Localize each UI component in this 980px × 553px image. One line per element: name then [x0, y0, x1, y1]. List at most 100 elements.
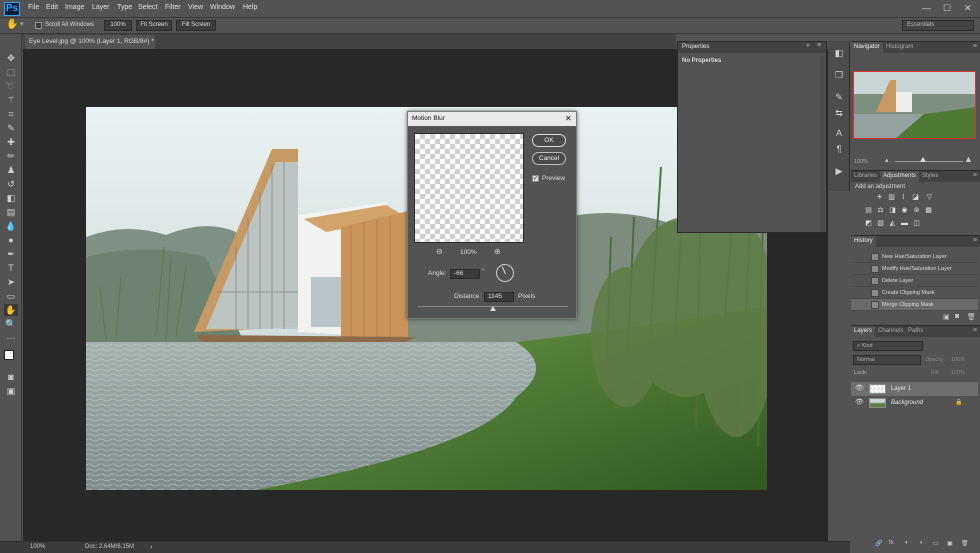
zoom-out-icon[interactable]: ⊖ — [436, 247, 443, 256]
rectangle-tool-icon[interactable]: ▭ — [4, 290, 18, 302]
quick-mask-icon[interactable]: ◙ — [4, 371, 18, 383]
snapshot-camera-icon[interactable]: ◙ — [955, 313, 959, 320]
play-action-icon[interactable]: ▶ — [833, 165, 845, 177]
new-group-icon[interactable]: ▭ — [933, 540, 939, 547]
eye-icon[interactable]: 👁 — [855, 382, 865, 396]
menu-window[interactable]: Window — [210, 4, 235, 11]
new-layer-icon[interactable]: ▣ — [947, 540, 953, 547]
trash-icon[interactable]: 🗑 — [967, 313, 976, 321]
document-tab[interactable]: Eye Level.jpg @ 100% (Layer 1, RGB/8#) *… — [25, 35, 155, 59]
tab-libraries[interactable]: Libraries — [851, 171, 880, 182]
hand-tool-icon[interactable]: ✋ — [6, 19, 18, 30]
preview-checkbox[interactable]: ✓ — [532, 175, 539, 182]
menu-image[interactable]: Image — [65, 4, 84, 11]
close-icon[interactable]: ✕ — [964, 3, 972, 14]
adjustment-layer-icon[interactable]: ◑ — [919, 540, 923, 546]
history-brush-tool-icon[interactable]: ↺ — [4, 178, 18, 190]
menu-edit[interactable]: Edit — [46, 4, 58, 11]
posterize-icon[interactable]: ▧ — [876, 220, 885, 228]
clone-stamp-tool-icon[interactable]: ♟ — [4, 164, 18, 176]
layer-filter-select[interactable]: ⌕ Kind — [853, 341, 923, 351]
marquee-tool-icon[interactable]: ⬚ — [4, 66, 18, 78]
more-tools-icon[interactable]: ··· — [4, 332, 18, 344]
hue-saturation-icon[interactable]: ▤ — [864, 207, 873, 215]
gradient-map-icon[interactable]: ▬ — [900, 220, 909, 228]
layer-row-selected[interactable]: 👁 Layer 1 — [851, 382, 978, 396]
panel-menu-icon[interactable]: ≡ — [817, 42, 821, 49]
minimize-icon[interactable]: — — [922, 3, 931, 13]
layer-row[interactable]: 👁 Background 🔒 — [851, 396, 978, 410]
maximize-icon[interactable]: ☐ — [943, 3, 951, 14]
vibrance-icon[interactable]: ▽ — [925, 194, 934, 202]
properties-scrollbar[interactable] — [820, 56, 825, 232]
tab-history[interactable]: History — [851, 236, 876, 247]
zoom-in-icon[interactable]: ⊕ — [494, 247, 501, 256]
brightness-icon[interactable]: ☀ — [875, 194, 884, 202]
channel-mixer-icon[interactable]: ⊛ — [912, 207, 921, 215]
tab-navigator[interactable]: Navigator — [851, 42, 883, 53]
navigator-zoom-handle[interactable] — [920, 157, 926, 162]
blur-tool-icon[interactable]: 💧 — [4, 220, 18, 232]
gradient-tool-icon[interactable]: ▤ — [4, 206, 18, 218]
menu-select[interactable]: Select — [138, 4, 157, 11]
navigator-zoom[interactable]: 100% — [854, 159, 868, 165]
character-panel-icon[interactable]: A — [833, 127, 845, 139]
add-mask-icon[interactable]: ◐ — [905, 540, 909, 546]
eyedropper-tool-icon[interactable]: ✎ — [4, 122, 18, 134]
link-layers-icon[interactable]: 🔗 — [875, 540, 882, 547]
dialog-close-icon[interactable]: ✕ — [565, 112, 572, 126]
tab-adjustments[interactable]: Adjustments — [880, 171, 920, 182]
history-item[interactable]: Modify Hue/Saturation Layer — [851, 263, 978, 275]
panel-menu-icon[interactable]: ≡ — [973, 172, 977, 179]
menu-help[interactable]: Help — [243, 4, 257, 11]
adjust-icon[interactable]: ⇆ — [833, 107, 845, 119]
navigator-thumbnail[interactable] — [853, 71, 976, 139]
distance-input[interactable]: 1145 — [484, 292, 514, 302]
dodge-tool-icon[interactable]: ● — [4, 234, 18, 246]
black-white-icon[interactable]: ◨ — [888, 207, 897, 215]
blend-mode-select[interactable]: Normal — [853, 355, 921, 365]
opacity-value[interactable]: 100% — [951, 357, 965, 363]
zoom-100-button[interactable]: 100% — [104, 20, 132, 31]
lasso-tool-icon[interactable]: ➰ — [4, 80, 18, 92]
crop-tool-icon[interactable]: ⌗ — [4, 108, 18, 120]
chevron-down-icon[interactable]: ▾ — [20, 20, 24, 28]
exposure-icon[interactable]: ◪ — [911, 194, 920, 202]
fill-screen-button[interactable]: Fill Screen — [176, 20, 216, 31]
menu-layer[interactable]: Layer — [92, 4, 110, 11]
filter-preview[interactable] — [414, 133, 524, 243]
zoom-in-mountain-icon[interactable]: ▲ — [964, 154, 973, 164]
collapse-icon[interactable]: » — [806, 42, 810, 49]
distance-slider-handle[interactable] — [490, 306, 496, 311]
zoom-tool-icon[interactable]: 🔍 — [4, 318, 18, 330]
color-lookup-icon[interactable]: ▦ — [924, 207, 933, 215]
magic-wand-tool-icon[interactable]: ⚚ — [4, 94, 18, 106]
pen-tool-icon[interactable]: ✒ — [4, 248, 18, 260]
panel-menu-icon[interactable]: ≡ — [973, 43, 977, 50]
history-item[interactable]: New Hue/Saturation Layer — [851, 251, 978, 263]
healing-brush-tool-icon[interactable]: ✚ — [4, 136, 18, 148]
workspace-select[interactable]: Essentials — [902, 20, 974, 31]
menu-type[interactable]: Type — [117, 4, 132, 11]
scroll-all-windows-checkbox[interactable] — [35, 22, 42, 29]
dialog-title-bar[interactable]: Motion Blur ✕ — [408, 112, 576, 126]
navigator-zoom-slider[interactable] — [895, 161, 963, 162]
status-zoom[interactable]: 100% — [30, 542, 45, 553]
layer-comps-icon[interactable]: ❐ — [833, 69, 845, 81]
screen-mode-icon[interactable]: ▣ — [4, 385, 18, 397]
tab-layers[interactable]: Layers — [851, 326, 876, 337]
angle-input[interactable]: -66 — [450, 269, 480, 279]
panel-menu-icon[interactable]: ≡ — [973, 327, 977, 334]
cancel-button[interactable]: Cancel — [532, 152, 566, 165]
eraser-tool-icon[interactable]: ◧ — [4, 192, 18, 204]
type-tool-icon[interactable]: T — [4, 262, 18, 274]
tab-styles[interactable]: Styles — [919, 171, 941, 182]
paragraph-panel-icon[interactable]: ¶ — [833, 143, 845, 155]
history-item-selected[interactable]: Merge Clipping Mask — [851, 299, 978, 311]
menu-filter[interactable]: Filter — [165, 4, 181, 11]
move-tool-icon[interactable]: ✥ — [4, 52, 18, 64]
angle-dial[interactable] — [496, 264, 514, 282]
panel-menu-icon[interactable]: ≡ — [973, 237, 977, 244]
history-item[interactable]: Delete Layer — [851, 275, 978, 287]
status-chevron-icon[interactable]: › — [150, 542, 152, 553]
